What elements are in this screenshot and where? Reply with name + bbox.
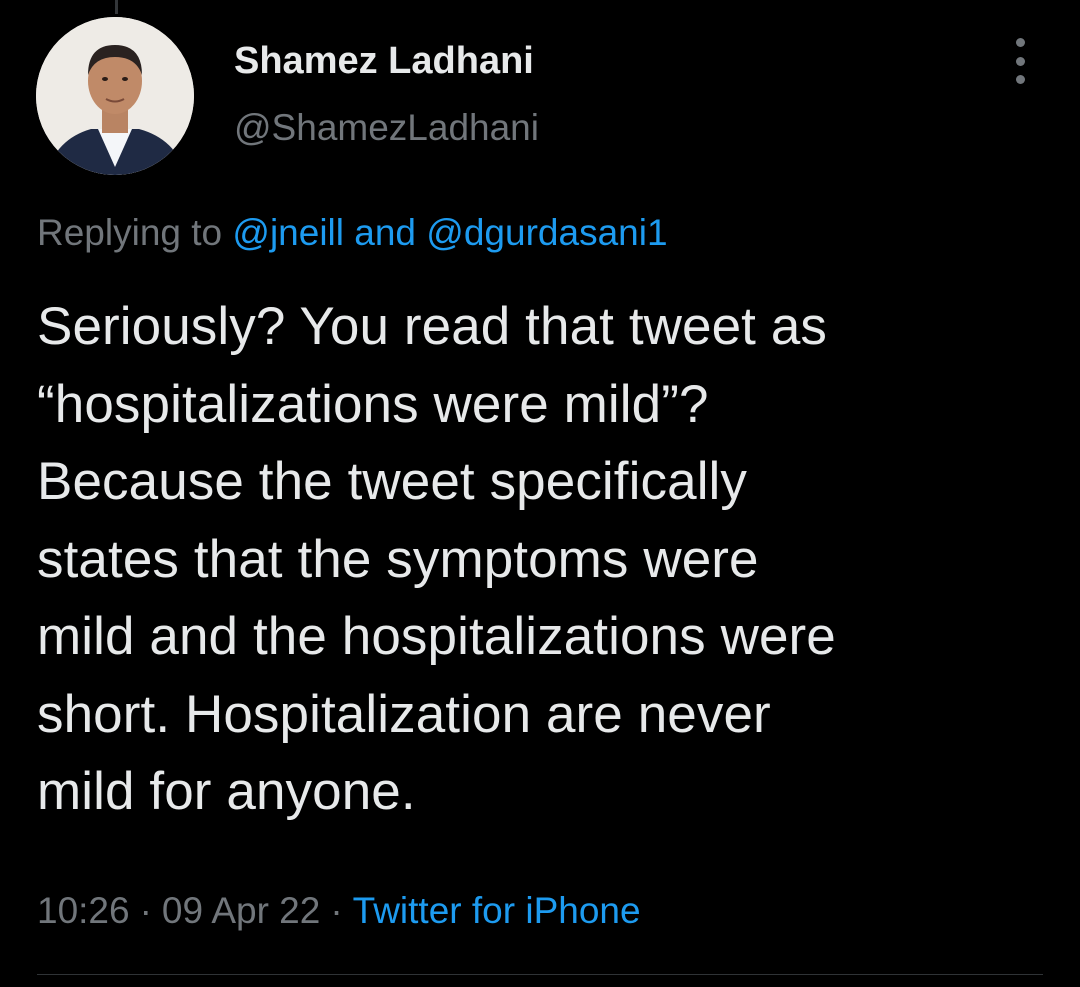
replying-to-label: Replying to: [37, 212, 223, 253]
tweet-text-line: Seriously? You read that tweet as: [37, 297, 827, 356]
tweet-text-line: Because the tweet specifically: [37, 452, 748, 511]
meta-separator: ·: [330, 890, 343, 931]
mention-conjunction[interactable]: and: [354, 212, 416, 253]
author-handle[interactable]: @ShamezLadhani: [234, 107, 539, 149]
more-options-button[interactable]: [1000, 38, 1040, 84]
avatar-photo: [36, 17, 194, 175]
tweet-text-line: mild for anyone.: [37, 762, 416, 821]
meta-separator: ·: [139, 890, 152, 931]
mention-link[interactable]: @jneill: [232, 212, 344, 253]
tweet-text-line: short. Hospitalization are never: [37, 684, 771, 744]
tweet-text-line: mild and the hospitalizations were: [37, 607, 836, 666]
tweet-date[interactable]: 09 Apr 22: [162, 890, 320, 931]
more-vertical-icon-dot: [1015, 75, 1025, 84]
tweet-text-line: “hospitalizations were mild”?: [37, 374, 709, 434]
divider: [37, 974, 1043, 975]
author-display-name[interactable]: Shamez Ladhani: [234, 40, 534, 83]
more-vertical-icon: [1015, 38, 1025, 47]
tweet-text: Seriously? You read that tweet as “hospi…: [37, 288, 1057, 831]
tweet-time[interactable]: 10:26: [37, 890, 130, 931]
tweet-source-link[interactable]: Twitter for iPhone: [353, 890, 641, 931]
thread-connector-line: [115, 0, 118, 14]
avatar[interactable]: [36, 17, 194, 175]
tweet-meta: 10:26 · 09 Apr 22 · Twitter for iPhone: [37, 890, 641, 932]
more-vertical-icon-dot: [1015, 56, 1025, 66]
mention-link[interactable]: @dgurdasani1: [426, 212, 667, 253]
replying-to-line: Replying to @jneill and @dgurdasani1: [37, 212, 668, 254]
tweet-text-line: states that the symptoms were: [37, 529, 759, 589]
